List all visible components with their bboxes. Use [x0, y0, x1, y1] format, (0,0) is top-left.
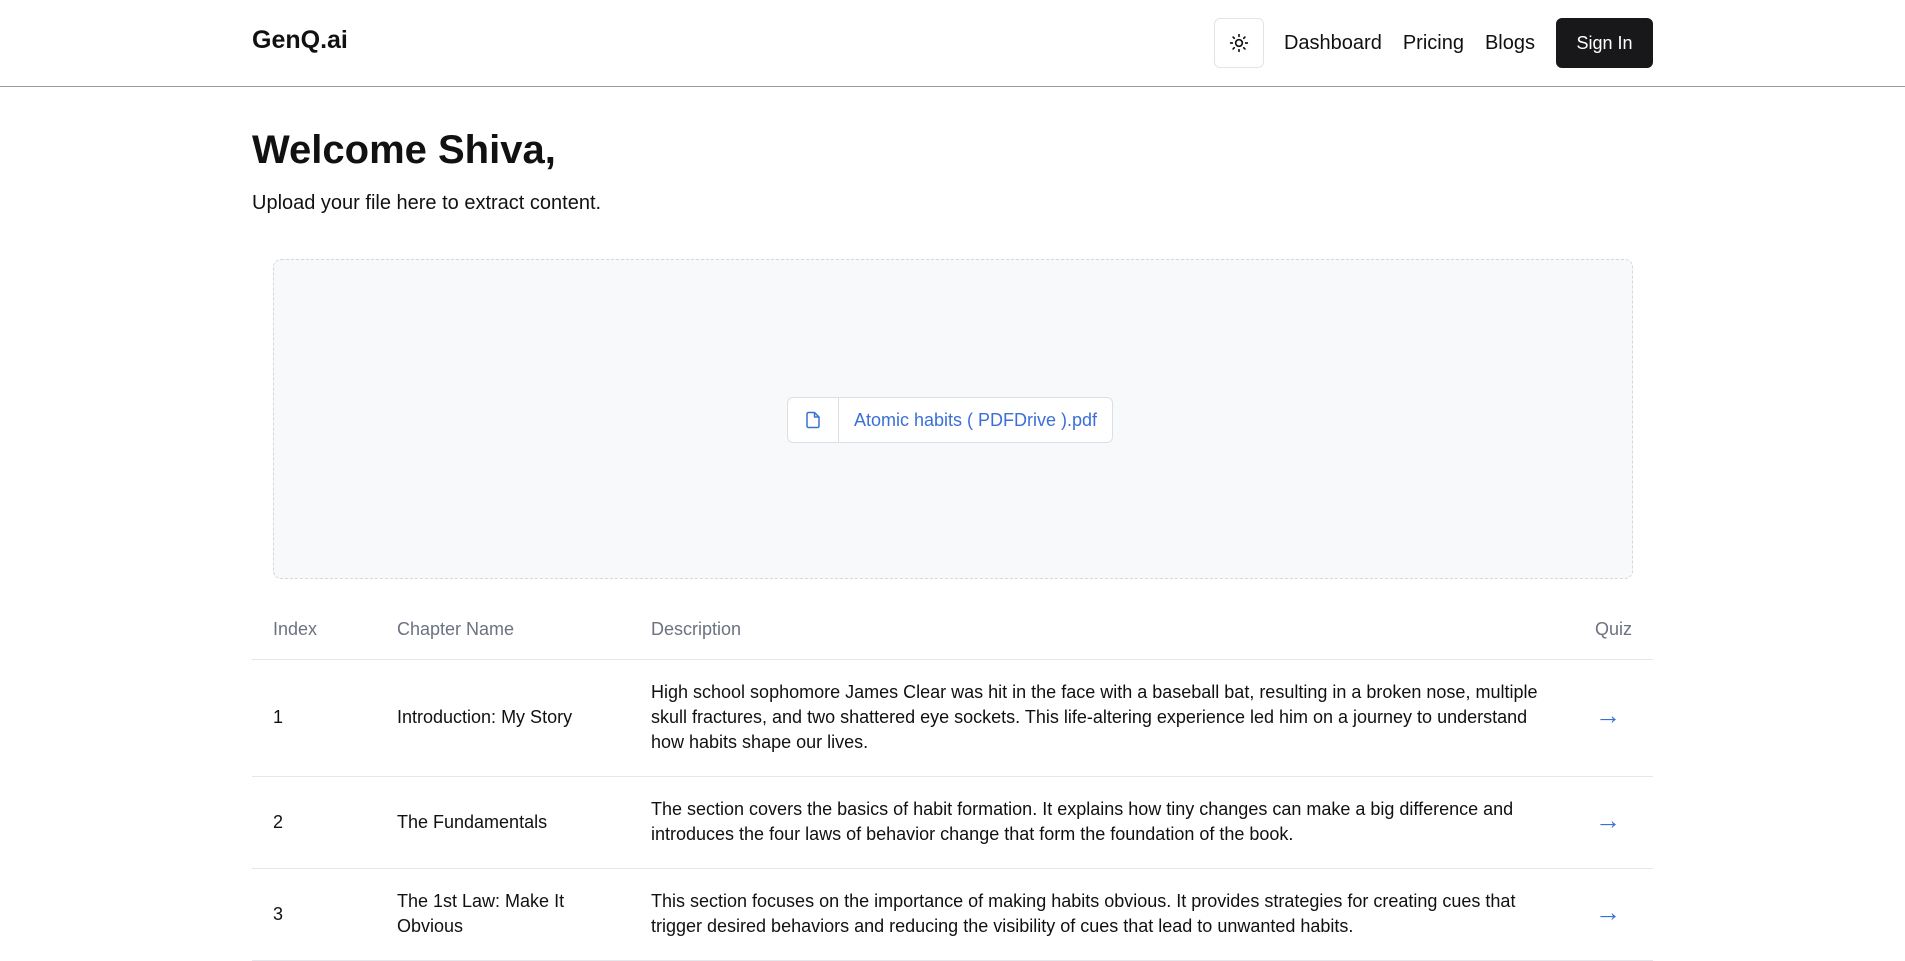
- nav-link-blogs[interactable]: Blogs: [1485, 32, 1535, 55]
- table-row: 3 The 1st Law: Make It Obvious This sect…: [252, 869, 1653, 961]
- row-chapter-name: Introduction: My Story: [397, 707, 573, 727]
- logo[interactable]: GenQ.ai: [252, 26, 348, 55]
- uploaded-file-chip[interactable]: Atomic habits ( PDFDrive ).pdf: [787, 397, 1114, 443]
- row-chapter-name: The Fundamentals: [397, 812, 548, 832]
- quiz-arrow-icon[interactable]: →: [1595, 897, 1621, 928]
- row-description: High school sophomore James Clear was hi…: [651, 682, 1538, 752]
- file-icon-box: [788, 398, 839, 442]
- row-description: The section covers the basics of habit f…: [651, 799, 1514, 844]
- row-index: 3: [273, 904, 284, 924]
- row-chapter-name: The 1st Law: Make It Obvious: [397, 891, 565, 936]
- file-dropzone[interactable]: Atomic habits ( PDFDrive ).pdf: [273, 259, 1633, 579]
- sign-in-button[interactable]: Sign In: [1556, 18, 1653, 68]
- row-index: 2: [273, 812, 284, 832]
- page-subtitle: Upload your file here to extract content…: [252, 192, 602, 214]
- column-header-quiz: Quiz: [1595, 619, 1633, 639]
- nav-link-dashboard[interactable]: Dashboard: [1284, 32, 1382, 55]
- page-title: Welcome Shiva,: [252, 128, 556, 172]
- table-header-row: Index Chapter Name Description Quiz: [252, 600, 1653, 660]
- table-row: 1 Introduction: My Story High school sop…: [252, 660, 1653, 777]
- top-header: GenQ.ai Dashboard Pricing Blogs Sign In: [0, 0, 1905, 87]
- theme-toggle-button[interactable]: [1213, 18, 1264, 68]
- nav-link-pricing[interactable]: Pricing: [1403, 32, 1464, 55]
- quiz-arrow-icon[interactable]: →: [1595, 805, 1621, 836]
- row-index: 1: [273, 707, 284, 727]
- top-nav: Dashboard Pricing Blogs Sign In: [1213, 18, 1653, 68]
- row-description: This section focuses on the importance o…: [651, 891, 1516, 936]
- uploaded-file-name[interactable]: Atomic habits ( PDFDrive ).pdf: [839, 410, 1112, 431]
- quiz-arrow-icon[interactable]: →: [1595, 700, 1621, 731]
- column-header-index: Index: [273, 619, 318, 639]
- table-row: 2 The Fundamentals The section covers th…: [252, 777, 1653, 869]
- column-header-description: Description: [651, 619, 742, 639]
- file-icon: [806, 411, 820, 429]
- chapters-table: Index Chapter Name Description Quiz 1 In…: [252, 600, 1653, 961]
- column-header-chapter-name: Chapter Name: [397, 619, 515, 639]
- sun-icon: [1229, 33, 1249, 53]
